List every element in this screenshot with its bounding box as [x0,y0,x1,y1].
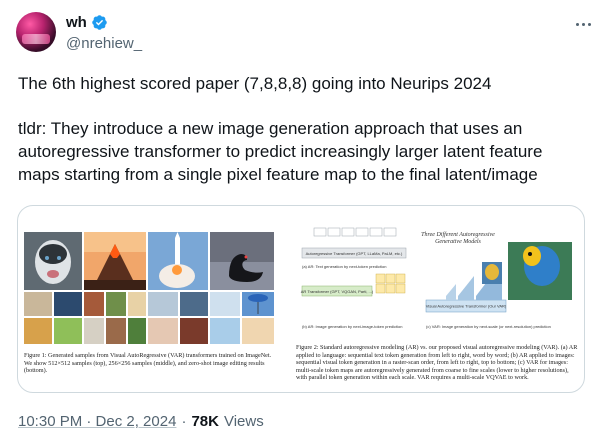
tweet-text-line1: The 6th highest scored paper (7,8,8,8) g… [18,74,492,93]
more-options-icon[interactable] [571,14,595,34]
views-label: Views [223,413,264,430]
avatar[interactable] [16,12,56,52]
tweet-text-paragraph: tldr: They introduce a new image generat… [18,119,543,184]
author-display-name[interactable]: wh [66,14,87,31]
label-b: (b) AR: Image generation by next-image-t… [302,324,403,329]
timestamp-link[interactable]: 10:30 PM · Dec 2, 2024 [18,413,176,430]
generated-samples-grid [24,232,274,344]
left-figure-caption: Figure 1: Generated samples from Visual … [24,352,272,374]
meta-separator: · [181,413,187,430]
tweet: wh @nrehiew_ The 6th highest scored pape… [0,0,607,443]
views-count[interactable]: 78K [191,413,219,430]
var-transformer-label: Visual Autoregressive Transformer (Our V… [426,304,507,309]
author-handle[interactable]: @nrehiew_ [66,35,142,52]
author-name-row: wh [66,14,108,31]
label-c: (c) VAR: Image generation by next-scale … [426,324,551,329]
tweet-meta: 10:30 PM · Dec 2, 2024 · 78K Views [18,413,264,430]
autoregressive-diagram: Autoregressive Transformer (GPT, LLaMa, … [301,227,572,329]
right-figure-caption: Figure 2: Standard autoregressive modeli… [296,344,578,381]
ar-transformer-label: Autoregressive Transformer (GPT, LLaMa, … [306,251,403,256]
label-a: (a) AR: Text generation by next-token pr… [302,264,386,269]
media-image[interactable]: Figure 1: Generated samples from Visual … [17,205,585,393]
verified-badge-icon [92,15,107,30]
ar-transformer-b-label: AR Transformer (GPT, VQGAN, Parti, ...) [301,289,374,294]
